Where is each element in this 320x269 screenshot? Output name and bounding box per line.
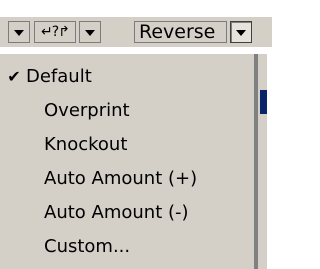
menu-accent [260, 90, 267, 114]
menu-item-label: Knockout [44, 134, 128, 155]
menu-item-label: Auto Amount (-) [44, 202, 189, 223]
menu-item-label: Default [26, 66, 92, 87]
reverse-button[interactable]: Reverse [134, 21, 227, 43]
checkmark-icon: ✔ [7, 67, 21, 86]
menu-item-custom[interactable]: Custom... [0, 232, 254, 262]
menu-item-label: Custom... [44, 236, 131, 257]
menu-item-overprint[interactable]: Overprint [0, 96, 254, 126]
menu-right-edge [260, 54, 267, 269]
chevron-down-icon[interactable] [8, 21, 30, 43]
menu-item-default[interactable]: ✔ Default [0, 62, 254, 92]
menu-item-label: Auto Amount (+) [44, 168, 198, 189]
menu-item-label: Overprint [44, 100, 130, 121]
chevron-down-icon[interactable] [79, 21, 101, 43]
overprint-icon[interactable]: ↵?↱ [34, 21, 76, 43]
toolbar: ↵?↱ Reverse [0, 17, 272, 47]
overprint-menu: ✔ Default Overprint Knockout Auto Amount… [0, 54, 267, 269]
menu-item-auto-amount-plus[interactable]: Auto Amount (+) [0, 164, 254, 194]
menu-item-auto-amount-minus[interactable]: Auto Amount (-) [0, 198, 254, 228]
menu-item-knockout[interactable]: Knockout [0, 130, 254, 160]
menu-border [254, 54, 258, 269]
reverse-dropdown-button[interactable] [230, 21, 252, 43]
